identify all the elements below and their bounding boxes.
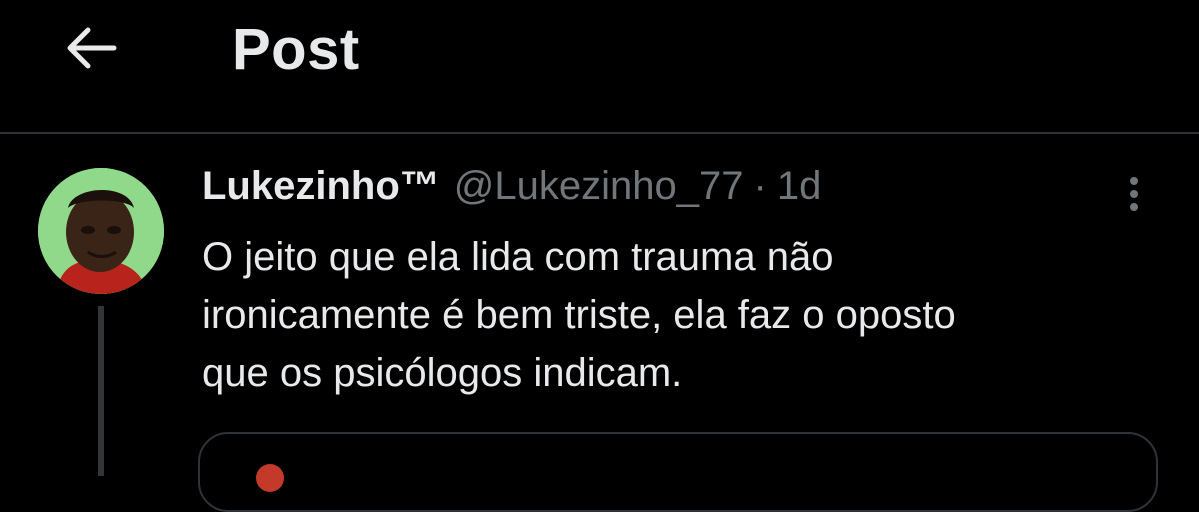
tweet-text-line: O jeito que ela lida com trauma não <box>202 235 834 279</box>
display-name[interactable]: Lukezinho™ <box>202 164 440 209</box>
quoted-post-card[interactable] <box>198 432 1158 512</box>
arrow-left-icon <box>67 27 117 69</box>
separator-dot: · <box>753 164 767 208</box>
tweet-header: Lukezinho™ @Lukezinho_77 · 1d <box>202 164 821 214</box>
more-vertical-icon <box>1130 203 1138 211</box>
tweet-text-line: que os psicólogos indicam. <box>202 351 683 395</box>
avatar-image <box>38 168 164 294</box>
user-avatar[interactable] <box>38 168 164 294</box>
more-options-button[interactable] <box>1110 170 1158 218</box>
top-bar: Post <box>0 0 1199 134</box>
post-time[interactable]: 1d <box>777 164 822 209</box>
more-vertical-icon <box>1130 177 1138 185</box>
page-title: Post <box>232 17 360 82</box>
user-handle[interactable]: @Lukezinho_77 <box>454 164 744 209</box>
tweet-text-line: ironicamente é bem triste, ela faz o opo… <box>202 293 956 337</box>
quoted-avatar <box>256 464 284 492</box>
thread-connector <box>98 306 104 476</box>
back-button[interactable] <box>56 18 124 78</box>
tweet-text: O jeito que ela lida com trauma não iron… <box>202 228 1162 402</box>
more-vertical-icon <box>1130 190 1138 198</box>
